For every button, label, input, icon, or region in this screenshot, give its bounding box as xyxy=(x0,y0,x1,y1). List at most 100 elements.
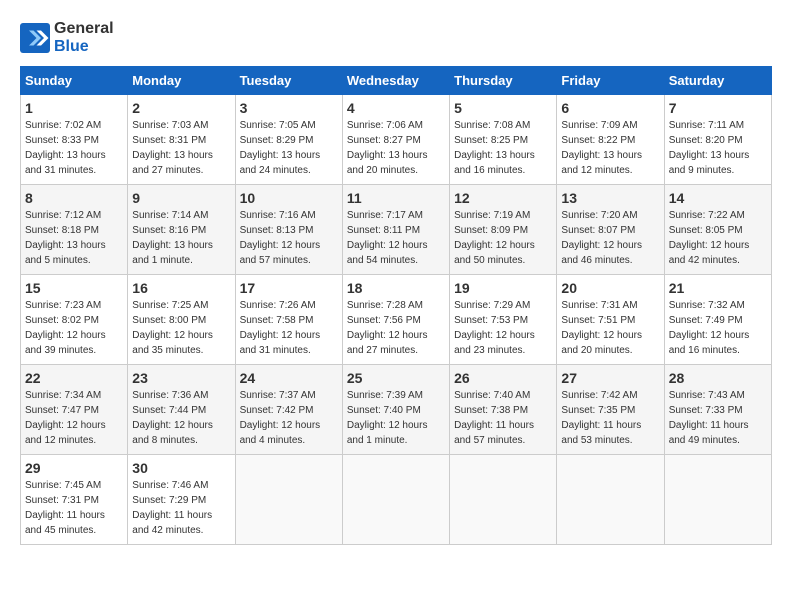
day-cell-11: 11 Sunrise: 7:17 AM Sunset: 8:11 PM Dayl… xyxy=(342,185,449,275)
calendar-header-row: SundayMondayTuesdayWednesdayThursdayFrid… xyxy=(21,67,772,95)
day-number: 7 xyxy=(669,100,767,116)
day-info: Sunrise: 7:06 AM Sunset: 8:27 PM Dayligh… xyxy=(347,118,445,178)
day-number: 12 xyxy=(454,190,552,206)
header-day-wednesday: Wednesday xyxy=(342,67,449,95)
day-cell-13: 13 Sunrise: 7:20 AM Sunset: 8:07 PM Dayl… xyxy=(557,185,664,275)
day-info: Sunrise: 7:25 AM Sunset: 8:00 PM Dayligh… xyxy=(132,298,230,358)
page-header: General Blue xyxy=(20,20,772,56)
day-cell-3: 3 Sunrise: 7:05 AM Sunset: 8:29 PM Dayli… xyxy=(235,95,342,185)
day-info: Sunrise: 7:14 AM Sunset: 8:16 PM Dayligh… xyxy=(132,208,230,268)
day-cell-10: 10 Sunrise: 7:16 AM Sunset: 8:13 PM Dayl… xyxy=(235,185,342,275)
day-cell-2: 2 Sunrise: 7:03 AM Sunset: 8:31 PM Dayli… xyxy=(128,95,235,185)
day-cell-29: 29 Sunrise: 7:45 AM Sunset: 7:31 PM Dayl… xyxy=(21,455,128,545)
day-number: 14 xyxy=(669,190,767,206)
day-cell-17: 17 Sunrise: 7:26 AM Sunset: 7:58 PM Dayl… xyxy=(235,275,342,365)
logo: General Blue xyxy=(20,20,114,56)
day-number: 1 xyxy=(25,100,123,116)
day-number: 15 xyxy=(25,280,123,296)
day-number: 11 xyxy=(347,190,445,206)
day-info: Sunrise: 7:31 AM Sunset: 7:51 PM Dayligh… xyxy=(561,298,659,358)
day-info: Sunrise: 7:32 AM Sunset: 7:49 PM Dayligh… xyxy=(669,298,767,358)
day-number: 8 xyxy=(25,190,123,206)
logo-icon xyxy=(20,23,50,53)
day-cell-28: 28 Sunrise: 7:43 AM Sunset: 7:33 PM Dayl… xyxy=(664,365,771,455)
day-number: 2 xyxy=(132,100,230,116)
day-number: 22 xyxy=(25,370,123,386)
day-info: Sunrise: 7:34 AM Sunset: 7:47 PM Dayligh… xyxy=(25,388,123,448)
day-cell-5: 5 Sunrise: 7:08 AM Sunset: 8:25 PM Dayli… xyxy=(450,95,557,185)
calendar-week-3: 15 Sunrise: 7:23 AM Sunset: 8:02 PM Dayl… xyxy=(21,275,772,365)
day-info: Sunrise: 7:16 AM Sunset: 8:13 PM Dayligh… xyxy=(240,208,338,268)
day-number: 9 xyxy=(132,190,230,206)
day-info: Sunrise: 7:29 AM Sunset: 7:53 PM Dayligh… xyxy=(454,298,552,358)
day-cell-23: 23 Sunrise: 7:36 AM Sunset: 7:44 PM Dayl… xyxy=(128,365,235,455)
day-number: 28 xyxy=(669,370,767,386)
day-number: 23 xyxy=(132,370,230,386)
day-info: Sunrise: 7:20 AM Sunset: 8:07 PM Dayligh… xyxy=(561,208,659,268)
day-cell-15: 15 Sunrise: 7:23 AM Sunset: 8:02 PM Dayl… xyxy=(21,275,128,365)
day-info: Sunrise: 7:11 AM Sunset: 8:20 PM Dayligh… xyxy=(669,118,767,178)
day-number: 4 xyxy=(347,100,445,116)
day-info: Sunrise: 7:28 AM Sunset: 7:56 PM Dayligh… xyxy=(347,298,445,358)
day-info: Sunrise: 7:12 AM Sunset: 8:18 PM Dayligh… xyxy=(25,208,123,268)
day-info: Sunrise: 7:09 AM Sunset: 8:22 PM Dayligh… xyxy=(561,118,659,178)
day-cell-21: 21 Sunrise: 7:32 AM Sunset: 7:49 PM Dayl… xyxy=(664,275,771,365)
day-number: 26 xyxy=(454,370,552,386)
day-cell-20: 20 Sunrise: 7:31 AM Sunset: 7:51 PM Dayl… xyxy=(557,275,664,365)
day-cell-8: 8 Sunrise: 7:12 AM Sunset: 8:18 PM Dayli… xyxy=(21,185,128,275)
day-info: Sunrise: 7:37 AM Sunset: 7:42 PM Dayligh… xyxy=(240,388,338,448)
header-day-friday: Friday xyxy=(557,67,664,95)
empty-cell xyxy=(342,455,449,545)
calendar-week-5: 29 Sunrise: 7:45 AM Sunset: 7:31 PM Dayl… xyxy=(21,455,772,545)
day-number: 21 xyxy=(669,280,767,296)
day-number: 6 xyxy=(561,100,659,116)
day-cell-24: 24 Sunrise: 7:37 AM Sunset: 7:42 PM Dayl… xyxy=(235,365,342,455)
day-info: Sunrise: 7:05 AM Sunset: 8:29 PM Dayligh… xyxy=(240,118,338,178)
day-info: Sunrise: 7:36 AM Sunset: 7:44 PM Dayligh… xyxy=(132,388,230,448)
day-info: Sunrise: 7:08 AM Sunset: 8:25 PM Dayligh… xyxy=(454,118,552,178)
day-cell-7: 7 Sunrise: 7:11 AM Sunset: 8:20 PM Dayli… xyxy=(664,95,771,185)
day-number: 20 xyxy=(561,280,659,296)
calendar-table: SundayMondayTuesdayWednesdayThursdayFrid… xyxy=(20,66,772,545)
day-cell-12: 12 Sunrise: 7:19 AM Sunset: 8:09 PM Dayl… xyxy=(450,185,557,275)
day-number: 29 xyxy=(25,460,123,476)
calendar-week-2: 8 Sunrise: 7:12 AM Sunset: 8:18 PM Dayli… xyxy=(21,185,772,275)
day-number: 19 xyxy=(454,280,552,296)
day-info: Sunrise: 7:45 AM Sunset: 7:31 PM Dayligh… xyxy=(25,478,123,538)
day-cell-19: 19 Sunrise: 7:29 AM Sunset: 7:53 PM Dayl… xyxy=(450,275,557,365)
day-info: Sunrise: 7:23 AM Sunset: 8:02 PM Dayligh… xyxy=(25,298,123,358)
day-number: 13 xyxy=(561,190,659,206)
day-number: 3 xyxy=(240,100,338,116)
logo-text: General Blue xyxy=(54,20,114,56)
day-cell-6: 6 Sunrise: 7:09 AM Sunset: 8:22 PM Dayli… xyxy=(557,95,664,185)
day-info: Sunrise: 7:46 AM Sunset: 7:29 PM Dayligh… xyxy=(132,478,230,538)
day-number: 5 xyxy=(454,100,552,116)
day-info: Sunrise: 7:40 AM Sunset: 7:38 PM Dayligh… xyxy=(454,388,552,448)
day-cell-26: 26 Sunrise: 7:40 AM Sunset: 7:38 PM Dayl… xyxy=(450,365,557,455)
day-info: Sunrise: 7:26 AM Sunset: 7:58 PM Dayligh… xyxy=(240,298,338,358)
calendar-week-1: 1 Sunrise: 7:02 AM Sunset: 8:33 PM Dayli… xyxy=(21,95,772,185)
day-number: 17 xyxy=(240,280,338,296)
header-day-tuesday: Tuesday xyxy=(235,67,342,95)
day-cell-1: 1 Sunrise: 7:02 AM Sunset: 8:33 PM Dayli… xyxy=(21,95,128,185)
day-info: Sunrise: 7:42 AM Sunset: 7:35 PM Dayligh… xyxy=(561,388,659,448)
day-number: 24 xyxy=(240,370,338,386)
day-number: 10 xyxy=(240,190,338,206)
header-day-thursday: Thursday xyxy=(450,67,557,95)
day-cell-22: 22 Sunrise: 7:34 AM Sunset: 7:47 PM Dayl… xyxy=(21,365,128,455)
empty-cell xyxy=(664,455,771,545)
day-cell-16: 16 Sunrise: 7:25 AM Sunset: 8:00 PM Dayl… xyxy=(128,275,235,365)
day-info: Sunrise: 7:43 AM Sunset: 7:33 PM Dayligh… xyxy=(669,388,767,448)
empty-cell xyxy=(235,455,342,545)
header-day-saturday: Saturday xyxy=(664,67,771,95)
empty-cell xyxy=(450,455,557,545)
day-info: Sunrise: 7:39 AM Sunset: 7:40 PM Dayligh… xyxy=(347,388,445,448)
day-number: 25 xyxy=(347,370,445,386)
day-cell-18: 18 Sunrise: 7:28 AM Sunset: 7:56 PM Dayl… xyxy=(342,275,449,365)
day-info: Sunrise: 7:03 AM Sunset: 8:31 PM Dayligh… xyxy=(132,118,230,178)
day-number: 27 xyxy=(561,370,659,386)
day-cell-14: 14 Sunrise: 7:22 AM Sunset: 8:05 PM Dayl… xyxy=(664,185,771,275)
day-number: 18 xyxy=(347,280,445,296)
header-day-sunday: Sunday xyxy=(21,67,128,95)
day-number: 30 xyxy=(132,460,230,476)
